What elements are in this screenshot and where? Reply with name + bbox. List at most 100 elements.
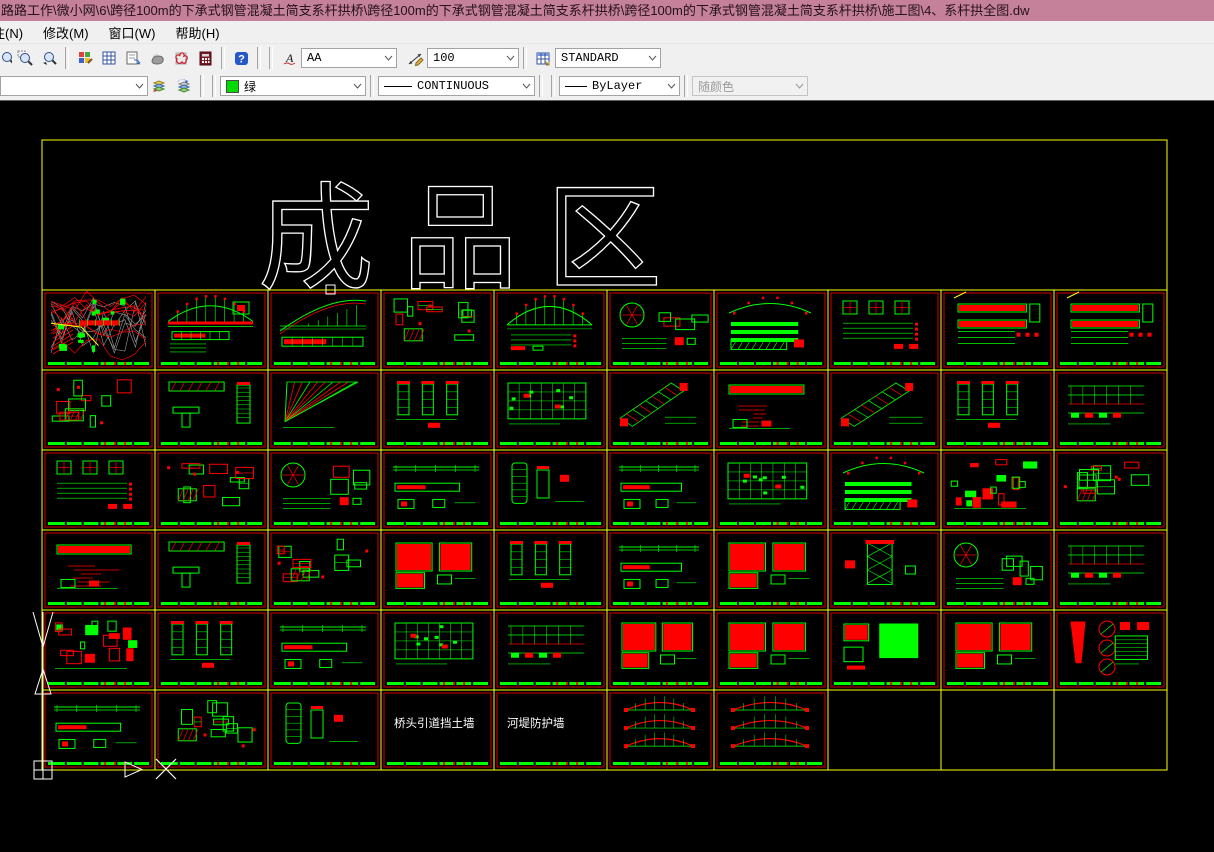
text-style-icon[interactable]: A	[278, 47, 300, 69]
drawing-cell-r3c1[interactable]	[44, 452, 153, 528]
drawing-cell-r3c7[interactable]	[716, 452, 826, 528]
drawing-cell-r5c5[interactable]	[496, 612, 605, 688]
drawing-cell-r6c7[interactable]	[716, 692, 826, 768]
svg-text:?: ?	[238, 53, 245, 65]
drawing-cell-r4c2[interactable]	[157, 532, 266, 608]
drawing-cell-r4c5[interactable]	[496, 532, 605, 608]
drawing-cell-r5c6[interactable]	[609, 612, 712, 688]
drawing-cell-r6c1[interactable]	[44, 692, 153, 768]
drawing-cell-r6c5[interactable]: 河堤防护墙	[496, 692, 605, 768]
drawing-cell-r5c2[interactable]	[157, 612, 266, 688]
drawing-cell-r2c7[interactable]	[716, 372, 826, 448]
drawing-cell-r1c2[interactable]	[157, 292, 266, 368]
menu-modify[interactable]: 修改(M)	[33, 23, 99, 42]
drawing-cell-r1c7[interactable]	[716, 292, 826, 368]
drawing-cell-r3c4[interactable]	[383, 452, 492, 528]
table-style-combo[interactable]: STANDARD	[555, 48, 661, 68]
drawing-cell-r4c9[interactable]	[943, 532, 1052, 608]
big-text-label: 成品区	[258, 174, 690, 304]
drawing-cell-r5c1[interactable]	[44, 612, 153, 688]
cad-drawing: 桥头引道挡土墙 河堤防护墙 成品区	[32, 139, 1168, 780]
menu-window[interactable]: 窗口(W)	[99, 23, 166, 42]
table-style-icon[interactable]	[532, 47, 554, 69]
drawing-cell-r3c6[interactable]	[609, 452, 712, 528]
layer-combo[interactable]	[0, 76, 148, 96]
drawing-cell-r1c3[interactable]	[270, 292, 379, 368]
drawing-cell-r4c1[interactable]	[44, 532, 153, 608]
toolbar-separator	[370, 75, 374, 97]
drawing-cell-r3c2[interactable]	[157, 452, 266, 528]
drawing-cell-r6c6[interactable]	[609, 692, 712, 768]
drawing-cell-r2c8[interactable]	[830, 372, 939, 448]
linetype-combo[interactable]: CONTINUOUS	[378, 76, 535, 96]
zoom-window-icon[interactable]	[14, 47, 36, 69]
toolbar-separator	[221, 47, 225, 69]
color-combo[interactable]: 绿	[220, 76, 366, 96]
drawing-cell-r2c2[interactable]	[157, 372, 266, 448]
drawing-cell-r4c8[interactable]	[830, 532, 939, 608]
drawing-cell-r1c6[interactable]	[609, 292, 712, 368]
window-title: 路路工作\微小网\6\跨径100m的下承式钢管混凝土简支系杆拱桥\跨径100m的…	[0, 0, 1214, 21]
drawing-cell-r2c1[interactable]	[44, 372, 153, 448]
drawing-cell-r4c7[interactable]	[716, 532, 826, 608]
drawing-cell-r4c3[interactable]	[270, 532, 379, 608]
menu-dimension[interactable]: 标注(N)	[0, 23, 33, 42]
drawing-cell-r1c5[interactable]	[496, 292, 605, 368]
color-swatch-green	[226, 79, 239, 93]
dim-style-icon[interactable]	[404, 47, 426, 69]
drawing-cell-r4c10[interactable]	[1056, 532, 1165, 608]
calculator-icon[interactable]	[194, 47, 216, 69]
drawing-cell-r6c2[interactable]	[157, 692, 266, 768]
revision-cloud-icon[interactable]	[170, 47, 192, 69]
drawing-cell-r5c7[interactable]	[716, 612, 826, 688]
toolbar-handle	[269, 47, 273, 69]
properties-toolbar: 绿 CONTINUOUS ByLayer 随颜色	[0, 72, 1214, 100]
drawing-cell-r1c10[interactable]	[1056, 291, 1165, 368]
make-object-layer-current-icon[interactable]	[149, 75, 171, 97]
drawing-cell-r2c6[interactable]	[609, 372, 712, 448]
drawing-cell-r5c4[interactable]	[383, 612, 492, 688]
drawing-cell-r1c8[interactable]	[830, 292, 939, 368]
drawing-cell-r2c3[interactable]	[270, 372, 379, 448]
drawing-cell-r2c10[interactable]	[1056, 372, 1165, 448]
drawing-cell-r5c3[interactable]	[270, 612, 379, 688]
drawing-cell-r2c9[interactable]	[943, 372, 1052, 448]
layer-previous-icon[interactable]	[173, 75, 195, 97]
drawing-cell-r3c10[interactable]	[1056, 452, 1165, 528]
drawing-cell-r2c4[interactable]	[383, 372, 492, 448]
lineweight-combo[interactable]: ByLayer	[559, 76, 680, 96]
toolbar-separator	[684, 75, 688, 97]
dim-style-combo[interactable]: 100	[427, 48, 519, 68]
drawing-cell-r5c10[interactable]	[1056, 612, 1165, 688]
drawing-cell-r1c9[interactable]	[943, 291, 1052, 368]
properties-palette-icon[interactable]	[74, 47, 96, 69]
menu-bar: 标注(N) 修改(M) 窗口(W) 帮助(H)	[0, 21, 1214, 43]
render-icon[interactable]	[146, 47, 168, 69]
drawing-cell-r3c3[interactable]	[270, 452, 379, 528]
drawing-cell-r5c9[interactable]	[943, 612, 1052, 688]
toolbar-separator	[523, 47, 527, 69]
standard-toolbar: ? A AA 100 STANDARD	[0, 43, 1214, 72]
zoom-realtime-icon[interactable]	[0, 47, 12, 69]
drawing-area[interactable]: 桥头引道挡土墙 河堤防护墙 成品区	[0, 100, 1214, 851]
text-style-combo[interactable]: AA	[301, 48, 397, 68]
layer-properties-icon[interactable]	[98, 47, 120, 69]
drawing-cell-r5c8[interactable]	[830, 612, 939, 688]
drawing-cell-r4c6[interactable]	[609, 532, 712, 608]
zoom-previous-icon[interactable]	[38, 47, 60, 69]
drawing-cell-r1c1[interactable]	[44, 290, 153, 368]
drawing-cell-r3c5[interactable]	[496, 452, 605, 528]
drawing-cell-r3c8[interactable]	[830, 452, 939, 528]
drawing-cell-r6c3[interactable]	[270, 692, 379, 768]
drawing-cell-r3c9[interactable]	[943, 452, 1052, 528]
drawing-cell-r4c4[interactable]	[383, 532, 492, 608]
linetype-preview	[384, 85, 412, 87]
toolbar-handle	[257, 47, 261, 69]
drawing-cell-r2c5[interactable]	[496, 372, 605, 448]
drawing-cell-r1c4[interactable]	[383, 292, 492, 368]
toolbar-handle	[539, 75, 543, 97]
drawing-cell-r6c4[interactable]: 桥头引道挡土墙	[383, 692, 492, 768]
help-icon[interactable]: ?	[230, 47, 252, 69]
menu-help[interactable]: 帮助(H)	[165, 23, 229, 42]
named-views-icon[interactable]	[122, 47, 144, 69]
